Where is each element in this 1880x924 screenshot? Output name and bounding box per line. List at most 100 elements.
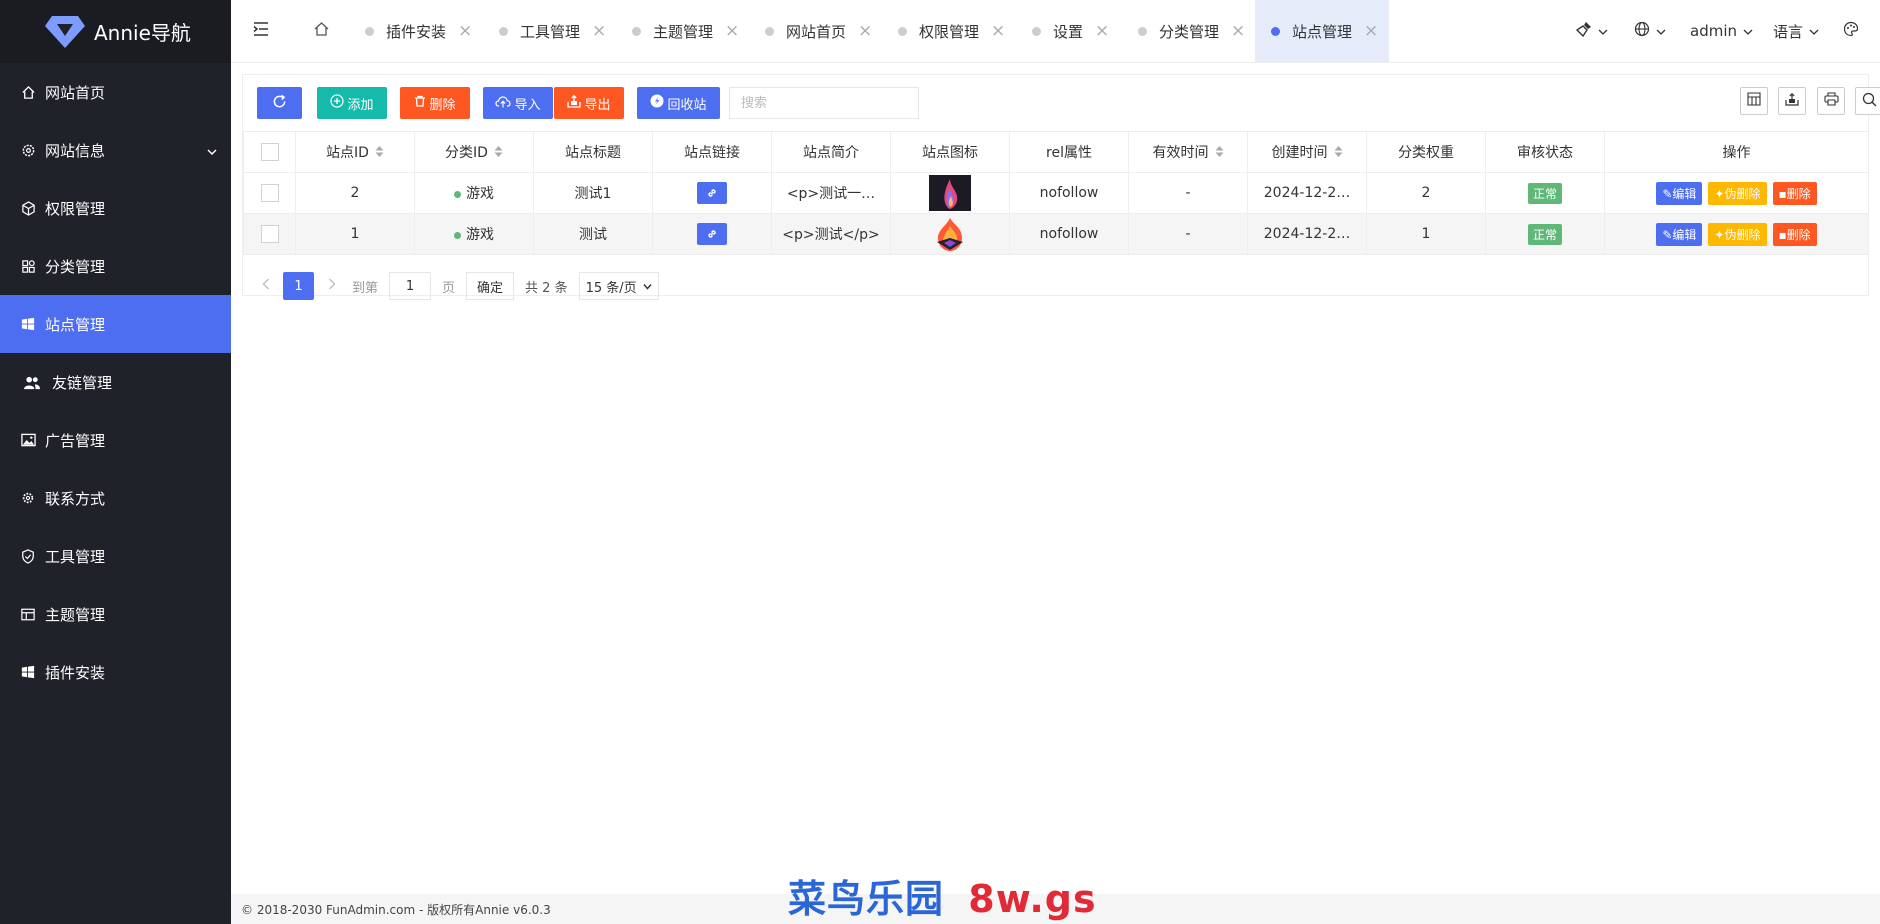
delete-row-button[interactable]: ▪删除 <box>1772 222 1817 246</box>
shield-icon <box>21 548 45 564</box>
column-header[interactable]: 有效时间 <box>1128 131 1248 173</box>
tab-plugins[interactable]: 插件安装 × <box>365 0 472 62</box>
sidebar-item-label: 插件安装 <box>45 663 106 682</box>
tab-categories[interactable]: 分类管理 × <box>1138 0 1245 62</box>
soft-delete-button[interactable]: ✦伪删除 <box>1708 181 1767 205</box>
sidebar-item-label: 网站首页 <box>45 83 106 102</box>
row-select-cell[interactable] <box>243 172 296 214</box>
tab-label: 分类管理 <box>1159 22 1220 41</box>
edit-label: 编辑 <box>1672 227 1697 242</box>
column-header[interactable]: 站点ID <box>295 131 415 173</box>
sort-icon[interactable] <box>1334 145 1343 162</box>
sort-icon[interactable] <box>1215 145 1224 162</box>
sidebar-item-home[interactable]: 网站首页 <box>0 63 231 121</box>
export-icon <box>1785 92 1799 110</box>
soft-delete-button[interactable]: ✦伪删除 <box>1708 222 1767 246</box>
table-row: 1 游戏 测试 <p>测试</p> nofollow - 2024-12-2… … <box>243 213 1869 255</box>
username: admin <box>1690 22 1737 40</box>
clear-cache-button[interactable] <box>1575 0 1608 62</box>
tab-sites[interactable]: 站点管理 × <box>1255 0 1389 62</box>
column-label: 分类ID <box>445 145 488 161</box>
column-header[interactable]: 分类ID <box>414 131 534 173</box>
print-button[interactable] <box>1817 87 1845 115</box>
sidebar-item-categories[interactable]: 分类管理 <box>0 237 231 295</box>
soft-delete-label: 伪删除 <box>1724 186 1761 201</box>
broom-icon <box>1575 21 1592 41</box>
column-header: 站点简介 <box>771 131 891 173</box>
edit-button[interactable]: ✎编辑 <box>1656 222 1703 246</box>
home-tab-button[interactable] <box>301 0 341 62</box>
open-link-button[interactable] <box>697 182 727 204</box>
sidebar-item-site-info[interactable]: 网站信息 <box>0 121 231 179</box>
close-icon[interactable]: × <box>1231 22 1245 40</box>
export-table-button[interactable] <box>1778 87 1806 115</box>
close-icon[interactable]: × <box>1364 22 1378 40</box>
close-icon[interactable]: × <box>592 22 606 40</box>
add-button[interactable]: 添加 <box>317 87 387 119</box>
tab-tools[interactable]: 工具管理 × <box>499 0 606 62</box>
menu-fold-icon <box>253 22 269 40</box>
edit-button[interactable]: ✎编辑 <box>1656 181 1703 205</box>
delete-button[interactable]: 删除 <box>400 87 470 119</box>
sidebar-item-label: 主题管理 <box>45 605 106 624</box>
per-page-select[interactable]: 15 条/页 <box>578 272 659 300</box>
valid-time: - <box>1128 213 1248 255</box>
columns-filter-button[interactable] <box>1740 87 1768 115</box>
open-link-button[interactable] <box>697 223 727 245</box>
import-button[interactable]: 导入 <box>483 87 553 119</box>
user-menu[interactable]: admin <box>1690 0 1753 62</box>
tab-dot <box>898 26 907 36</box>
sidebar-item-themes[interactable]: 主题管理 <box>0 585 231 643</box>
status-badge[interactable]: 正常 <box>1527 182 1562 204</box>
page-current[interactable]: 1 <box>283 272 314 300</box>
site-icon-image[interactable] <box>929 216 971 252</box>
delete-row-button[interactable]: ▪删除 <box>1772 181 1817 205</box>
site-icon-image[interactable] <box>929 175 971 211</box>
chevron-down-icon <box>1809 22 1819 40</box>
language-menu[interactable]: 语言 <box>1773 0 1819 62</box>
sidebar-item-permissions[interactable]: 权限管理 <box>0 179 231 237</box>
goto-page-input[interactable]: 1 <box>389 272 432 300</box>
row-select-cell[interactable] <box>243 213 296 255</box>
search-input[interactable] <box>729 87 919 119</box>
tab-permissions[interactable]: 权限管理 × <box>898 0 1005 62</box>
menu-toggle-button[interactable] <box>243 0 279 62</box>
close-icon[interactable]: × <box>991 22 1005 40</box>
close-icon[interactable]: × <box>858 22 872 40</box>
global-menu-button[interactable] <box>1634 0 1666 62</box>
search-toggle-button[interactable] <box>1855 87 1880 115</box>
sort-icon[interactable] <box>494 145 503 162</box>
goto-confirm-button[interactable]: 确定 <box>466 272 515 300</box>
created-time: 2024-12-2… <box>1247 213 1367 255</box>
sidebar-item-tools[interactable]: 工具管理 <box>0 527 231 585</box>
column-header[interactable]: 创建时间 <box>1247 131 1367 173</box>
sidebar-item-plugins[interactable]: 插件安装 <box>0 643 231 701</box>
chevron-down-icon <box>1656 22 1666 40</box>
close-icon[interactable]: × <box>458 22 472 40</box>
next-page-button[interactable] <box>314 278 350 294</box>
sidebar-item-sites[interactable]: 站点管理 <box>0 295 231 353</box>
row-checkbox[interactable] <box>260 225 279 243</box>
print-icon <box>1823 92 1839 110</box>
sort-icon[interactable] <box>375 145 384 162</box>
tab-home[interactable]: 网站首页 × <box>765 0 872 62</box>
refresh-button[interactable] <box>257 87 302 119</box>
tab-settings[interactable]: 设置 × <box>1032 0 1109 62</box>
select-all-checkbox[interactable] <box>260 143 279 161</box>
close-icon[interactable]: × <box>1095 22 1109 40</box>
row-checkbox[interactable] <box>260 184 279 202</box>
recycle-bin-button[interactable]: 回收站 <box>637 87 720 119</box>
tab-themes[interactable]: 主题管理 × <box>632 0 739 62</box>
sidebar-item-friend-links[interactable]: 友链管理 <box>0 353 231 411</box>
logo[interactable]: Annie导航 <box>0 0 231 63</box>
export-button[interactable]: 导出 <box>554 87 624 119</box>
site-intro: <p>测试</p> <box>771 213 891 255</box>
theme-button[interactable] <box>1843 0 1859 62</box>
sidebar-item-ads[interactable]: 广告管理 <box>0 411 231 469</box>
status-badge[interactable]: 正常 <box>1527 223 1562 245</box>
select-all-cell[interactable] <box>243 131 296 173</box>
close-icon[interactable]: × <box>725 22 739 40</box>
column-header: rel属性 <box>1009 131 1129 173</box>
sidebar-item-contact[interactable]: 联系方式 <box>0 469 231 527</box>
prev-page-button[interactable] <box>257 278 275 294</box>
